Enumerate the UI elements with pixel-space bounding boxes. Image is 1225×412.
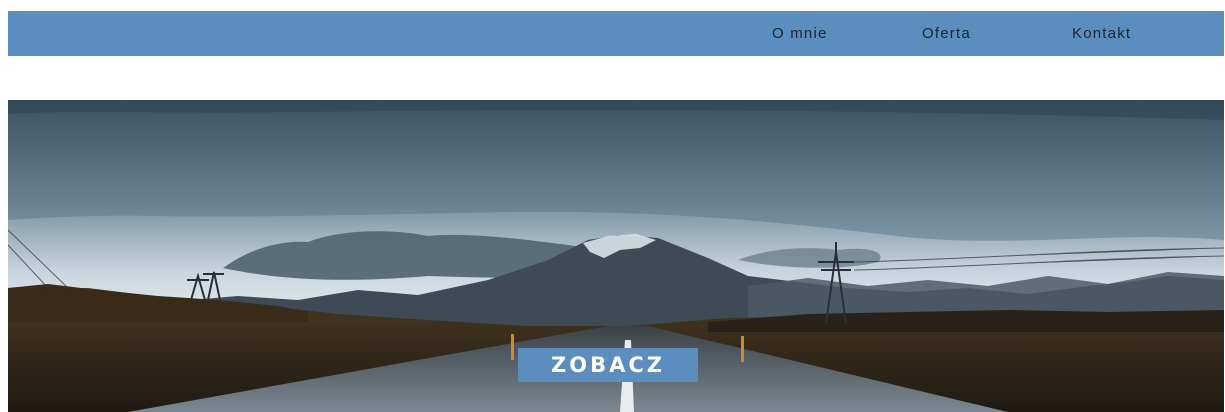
- nav-link-o-mnie[interactable]: O mnie: [772, 11, 828, 56]
- top-navigation-bar: O mnie Oferta Kontakt: [8, 11, 1224, 56]
- nav-link-kontakt[interactable]: Kontakt: [1072, 11, 1131, 56]
- zobacz-button[interactable]: ZOBACZ: [518, 348, 698, 382]
- hero-banner: ZOBACZ: [8, 100, 1224, 412]
- nav-links: O mnie Oferta Kontakt: [8, 11, 1224, 56]
- nav-link-oferta[interactable]: Oferta: [922, 11, 971, 56]
